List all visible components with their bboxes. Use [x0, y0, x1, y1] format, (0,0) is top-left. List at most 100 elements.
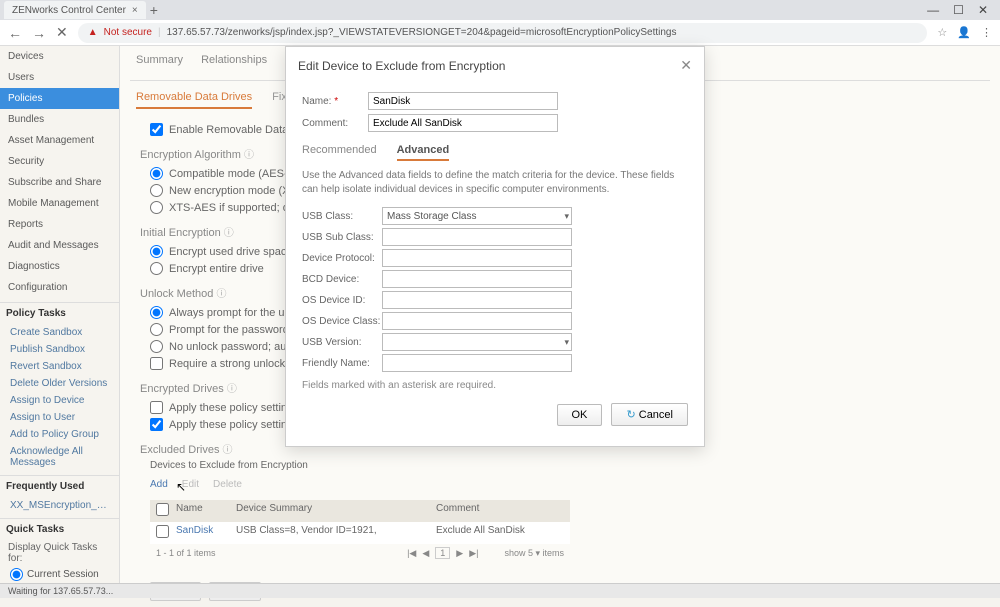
- task-revert-sandbox[interactable]: Revert Sandbox: [0, 358, 119, 375]
- excl-subtitle: Devices to Exclude from Encryption: [150, 460, 980, 471]
- chevron-down-icon: ▾: [564, 337, 569, 348]
- dialog-close-icon[interactable]: ✕: [680, 57, 692, 74]
- bcd-device-field[interactable]: [382, 270, 572, 288]
- tab-close-icon[interactable]: ×: [132, 5, 138, 16]
- sidebar-item-security[interactable]: Security: [0, 151, 119, 172]
- tab-recommended[interactable]: Recommended: [302, 144, 377, 161]
- info-icon[interactable]: ⓘ: [216, 289, 226, 300]
- freq-item[interactable]: XX_MSEncryption_Exclusion: [0, 497, 119, 514]
- delete-button[interactable]: Delete: [213, 479, 242, 490]
- pager-last-icon[interactable]: ▶|: [469, 548, 478, 559]
- sidebar-item-policies[interactable]: Policies: [0, 88, 119, 109]
- row-comment: Exclude All SanDisk: [436, 525, 564, 541]
- row-checkbox[interactable]: [156, 525, 169, 538]
- quick-label: Display Quick Tasks for:: [0, 540, 119, 566]
- task-create-sandbox[interactable]: Create Sandbox: [0, 324, 119, 341]
- sidebar-item-diag[interactable]: Diagnostics: [0, 256, 119, 277]
- menu-icon[interactable]: ⋮: [981, 26, 992, 39]
- sidebar-item-users[interactable]: Users: [0, 67, 119, 88]
- info-icon[interactable]: ⓘ: [224, 228, 234, 239]
- sidebar-item-subscribe[interactable]: Subscribe and Share: [0, 172, 119, 193]
- task-assign-device[interactable]: Assign to Device: [0, 392, 119, 409]
- usb-version-select[interactable]: ▾: [382, 333, 572, 351]
- lbl-friendly: Friendly Name:: [302, 358, 382, 369]
- device-protocol-field[interactable]: [382, 249, 572, 267]
- pager-next-icon[interactable]: ▶: [456, 548, 463, 559]
- quick-opt-current[interactable]: Current Session: [0, 566, 119, 583]
- window-controls: — ☐ ✕: [927, 3, 996, 17]
- forward-icon[interactable]: →: [32, 25, 46, 41]
- comment-field[interactable]: [368, 114, 558, 132]
- back-icon[interactable]: ←: [8, 25, 22, 41]
- sidebar-item-audit[interactable]: Audit and Messages: [0, 235, 119, 256]
- lbl-usb-class: USB Class:: [302, 211, 382, 222]
- quick-tasks-header: Quick Tasks: [0, 518, 119, 540]
- ok-button[interactable]: OK: [557, 404, 603, 426]
- sidebar-item-reports[interactable]: Reports: [0, 214, 119, 235]
- required-note: Fields marked with an asterisk are requi…: [302, 380, 688, 391]
- tab-relationships[interactable]: Relationships: [201, 54, 267, 72]
- pager-show[interactable]: show 5 ▾ items: [504, 548, 564, 559]
- table-row: SanDisk USB Class=8, Vendor ID=1921, Exc…: [150, 522, 570, 544]
- policy-tasks-header: Policy Tasks: [0, 302, 119, 324]
- sidebar-item-bundles[interactable]: Bundles: [0, 109, 119, 130]
- select-all-checkbox[interactable]: [156, 503, 169, 516]
- address-bar[interactable]: ▲ Not secure | 137.65.57.73/zenworks/jsp…: [78, 23, 928, 43]
- browser-tab-bar: ZENworks Control Center × + — ☐ ✕: [0, 0, 1000, 20]
- info-icon[interactable]: ⓘ: [244, 150, 254, 161]
- dialog-description: Use the Advanced data fields to define t…: [302, 169, 688, 197]
- security-label: Not secure: [104, 27, 152, 38]
- new-tab-button[interactable]: +: [150, 2, 158, 18]
- sidebar-item-config[interactable]: Configuration: [0, 277, 119, 298]
- label-name: Name: *: [302, 96, 362, 107]
- subtab-removable[interactable]: Removable Data Drives: [136, 91, 252, 109]
- table-footer: 1 - 1 of 1 items |◀ ◀ 1 ▶ ▶| show 5 ▾ it…: [150, 544, 570, 562]
- sidebar-item-mobile[interactable]: Mobile Management: [0, 193, 119, 214]
- stop-icon[interactable]: ✕: [56, 24, 68, 41]
- col-comment: Comment: [436, 503, 564, 519]
- edit-button[interactable]: Edit: [182, 479, 199, 490]
- task-publish-sandbox[interactable]: Publish Sandbox: [0, 341, 119, 358]
- minimize-icon[interactable]: —: [927, 3, 939, 17]
- usb-class-select[interactable]: Mass Storage Class▾: [382, 207, 572, 225]
- task-assign-user[interactable]: Assign to User: [0, 409, 119, 426]
- os-device-id-field[interactable]: [382, 291, 572, 309]
- friendly-name-field[interactable]: [382, 354, 572, 372]
- task-add-group[interactable]: Add to Policy Group: [0, 426, 119, 443]
- lbl-dev-proto: Device Protocol:: [302, 253, 382, 264]
- row-summary: USB Class=8, Vendor ID=1921,: [236, 525, 436, 541]
- name-field[interactable]: [368, 92, 558, 110]
- sidebar-item-devices[interactable]: Devices: [0, 46, 119, 67]
- pager-page[interactable]: 1: [435, 547, 450, 559]
- sidebar-item-asset[interactable]: Asset Management: [0, 130, 119, 151]
- os-device-class-field[interactable]: [382, 312, 572, 330]
- add-button[interactable]: Add: [150, 479, 168, 490]
- pager-first-icon[interactable]: |◀: [407, 548, 416, 559]
- table-header: Name Device Summary Comment: [150, 500, 570, 522]
- label-comment: Comment:: [302, 118, 362, 129]
- close-window-icon[interactable]: ✕: [978, 3, 988, 17]
- lbl-usb-sub: USB Sub Class:: [302, 232, 382, 243]
- row-name-link[interactable]: SanDisk: [176, 525, 213, 536]
- url-text: 137.65.57.73/zenworks/jsp/index.jsp?_VIE…: [167, 27, 677, 38]
- chevron-down-icon: ▾: [564, 211, 569, 222]
- tab-title: ZENworks Control Center: [12, 5, 126, 16]
- browser-toolbar: ← → ✕ ▲ Not secure | 137.65.57.73/zenwor…: [0, 20, 1000, 46]
- dialog-title: Edit Device to Exclude from Encryption: [298, 59, 505, 73]
- info-icon[interactable]: ⓘ: [227, 384, 237, 395]
- tab-summary[interactable]: Summary: [136, 54, 183, 72]
- pager-prev-icon[interactable]: ◀: [422, 548, 429, 559]
- task-ack-msgs[interactable]: Acknowledge All Messages: [0, 443, 119, 471]
- cancel-button[interactable]: ↻ Cancel: [611, 403, 688, 426]
- info-icon[interactable]: ⓘ: [223, 445, 233, 456]
- user-icon[interactable]: 👤: [957, 26, 971, 39]
- lbl-os-dev-class: OS Device Class:: [302, 316, 382, 327]
- status-bar: Waiting for 137.65.57.73...: [0, 583, 1000, 598]
- star-icon[interactable]: ☆: [937, 26, 947, 39]
- browser-tab[interactable]: ZENworks Control Center ×: [4, 1, 146, 19]
- maximize-icon[interactable]: ☐: [953, 3, 964, 17]
- usb-sub-field[interactable]: [382, 228, 572, 246]
- tab-advanced[interactable]: Advanced: [397, 144, 450, 161]
- task-delete-old[interactable]: Delete Older Versions: [0, 375, 119, 392]
- lbl-bcd: BCD Device:: [302, 274, 382, 285]
